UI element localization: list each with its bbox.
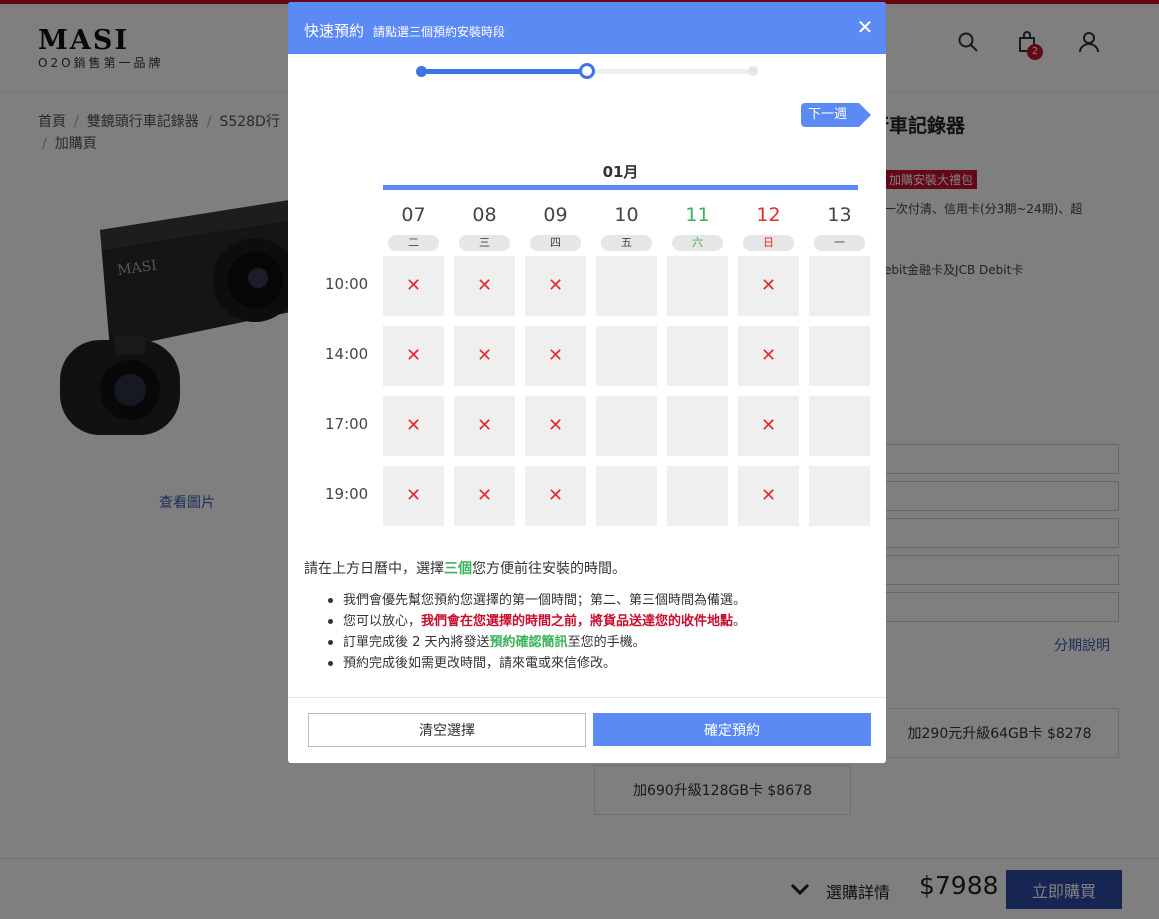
- time-slot[interactable]: [596, 396, 657, 456]
- note-text: 您可以放心，: [343, 614, 422, 629]
- instruction-pre: 請在上方日曆中，選擇: [304, 561, 444, 577]
- time-slot[interactable]: [809, 396, 870, 456]
- time-slot[interactable]: [809, 466, 870, 526]
- next-week-button[interactable]: 下一週: [801, 103, 871, 127]
- time-slot-unavailable: ✕: [738, 466, 799, 526]
- time-slot[interactable]: [667, 256, 728, 316]
- modal-header: 快速預約 請點選三個預約安裝時段 ✕: [288, 2, 886, 54]
- instruction-text: 請在上方日曆中，選擇三個您方便前往安裝的時間。: [304, 558, 626, 578]
- time-slot-unavailable: ✕: [454, 396, 515, 456]
- unavailable-x-icon: ✕: [476, 345, 493, 366]
- time-slot-unavailable: ✕: [738, 396, 799, 456]
- unavailable-x-icon: ✕: [760, 485, 777, 506]
- note-text: 至您的手機。: [567, 635, 646, 650]
- day-number: 10: [614, 204, 639, 226]
- time-slot-unavailable: ✕: [383, 396, 444, 456]
- instruction-post: 您方便前往安裝的時間。: [472, 561, 626, 577]
- time-slot[interactable]: [667, 396, 728, 456]
- booking-notes: 我們會優先幫您預約您選擇的第一個時間；第二、第三個時間為備選。 您可以放心，我們…: [326, 590, 746, 674]
- weekday-label: 二: [388, 235, 439, 251]
- progress-track: [416, 63, 758, 79]
- note-item: 我們會優先幫您預約您選擇的第一個時間；第二、第三個時間為備選。: [326, 590, 746, 611]
- day-number: 12: [756, 204, 781, 226]
- time-slot-unavailable: ✕: [525, 326, 586, 386]
- unavailable-x-icon: ✕: [760, 345, 777, 366]
- weekday-label: 五: [601, 235, 652, 251]
- note-text: 我們會優先幫您預約您選擇的第一個時間；第二、第三個時間為備選。: [343, 593, 747, 608]
- modal-title: 快速預約: [304, 22, 365, 40]
- unavailable-x-icon: ✕: [547, 415, 564, 436]
- time-slot[interactable]: [809, 256, 870, 316]
- time-slot[interactable]: [667, 466, 728, 526]
- confirm-booking-button[interactable]: 確定預約: [593, 713, 871, 746]
- unavailable-x-icon: ✕: [405, 275, 422, 296]
- weekday-label: 六: [672, 235, 723, 251]
- time-label: 19:00: [325, 485, 369, 503]
- note-highlight: 預約確認簡訊: [489, 635, 568, 650]
- day-number: 07: [401, 204, 426, 226]
- month-label: 01月: [602, 163, 639, 181]
- unavailable-x-icon: ✕: [547, 275, 564, 296]
- time-slot-unavailable: ✕: [525, 466, 586, 526]
- time-slot-unavailable: ✕: [525, 396, 586, 456]
- time-slot[interactable]: [809, 326, 870, 386]
- weekday-label: 一: [814, 235, 865, 251]
- unavailable-x-icon: ✕: [476, 275, 493, 296]
- note-item: 預約完成後如需更改時間，請來電或來信修改。: [326, 653, 746, 674]
- time-slot-unavailable: ✕: [525, 256, 586, 316]
- time-slot-unavailable: ✕: [454, 256, 515, 316]
- time-slot[interactable]: [596, 326, 657, 386]
- clear-selection-button[interactable]: 清空選擇: [308, 713, 586, 747]
- instruction-highlight: 三個: [444, 561, 472, 577]
- time-label: 14:00: [325, 345, 369, 363]
- progress-handle[interactable]: [579, 63, 595, 79]
- note-text: 。: [733, 614, 747, 629]
- weekday-label: 日: [743, 235, 794, 251]
- time-slot-unavailable: ✕: [383, 466, 444, 526]
- time-slot-unavailable: ✕: [383, 326, 444, 386]
- modal-divider: [288, 697, 886, 698]
- note-text: 訂單完成後 2 天內將發送: [343, 635, 490, 650]
- time-label: 17:00: [325, 415, 369, 433]
- weekday-label: 四: [530, 235, 581, 251]
- note-item: 您可以放心，我們會在您選擇的時間之前，將貨品送達您的收件地點。: [326, 611, 746, 632]
- day-number: 08: [472, 204, 497, 226]
- month-underline: [383, 185, 858, 190]
- unavailable-x-icon: ✕: [760, 415, 777, 436]
- unavailable-x-icon: ✕: [547, 485, 564, 506]
- day-number: 09: [543, 204, 568, 226]
- progress-end-dot: [748, 66, 758, 76]
- day-number: 13: [827, 204, 852, 226]
- note-text: 預約完成後如需更改時間，請來電或來信修改。: [343, 656, 617, 671]
- unavailable-x-icon: ✕: [405, 345, 422, 366]
- time-slot[interactable]: [596, 256, 657, 316]
- time-slot-unavailable: ✕: [454, 326, 515, 386]
- close-icon[interactable]: ✕: [854, 16, 876, 38]
- note-highlight: 我們會在您選擇的時間之前，將貨品送達您的收件地點: [421, 614, 734, 629]
- time-slot-unavailable: ✕: [383, 256, 444, 316]
- booking-modal: 快速預約 請點選三個預約安裝時段 ✕ 下一週 01月 07 二 08 三 09 四 10 五 1…: [288, 2, 886, 763]
- time-slot[interactable]: [596, 466, 657, 526]
- unavailable-x-icon: ✕: [476, 485, 493, 506]
- progress-start-dot: [416, 66, 427, 77]
- progress-fill: [421, 69, 587, 74]
- day-number: 11: [685, 204, 710, 226]
- weekday-label: 三: [459, 235, 510, 251]
- time-slot[interactable]: [667, 326, 728, 386]
- note-item: 訂單完成後 2 天內將發送預約確認簡訊至您的手機。: [326, 632, 746, 653]
- unavailable-x-icon: ✕: [405, 485, 422, 506]
- time-slot-unavailable: ✕: [738, 256, 799, 316]
- time-slot-unavailable: ✕: [738, 326, 799, 386]
- time-label: 10:00: [325, 275, 369, 293]
- unavailable-x-icon: ✕: [547, 345, 564, 366]
- unavailable-x-icon: ✕: [760, 275, 777, 296]
- unavailable-x-icon: ✕: [476, 415, 493, 436]
- time-slot-unavailable: ✕: [454, 466, 515, 526]
- modal-subtitle: 請點選三個預約安裝時段: [373, 25, 506, 39]
- unavailable-x-icon: ✕: [405, 415, 422, 436]
